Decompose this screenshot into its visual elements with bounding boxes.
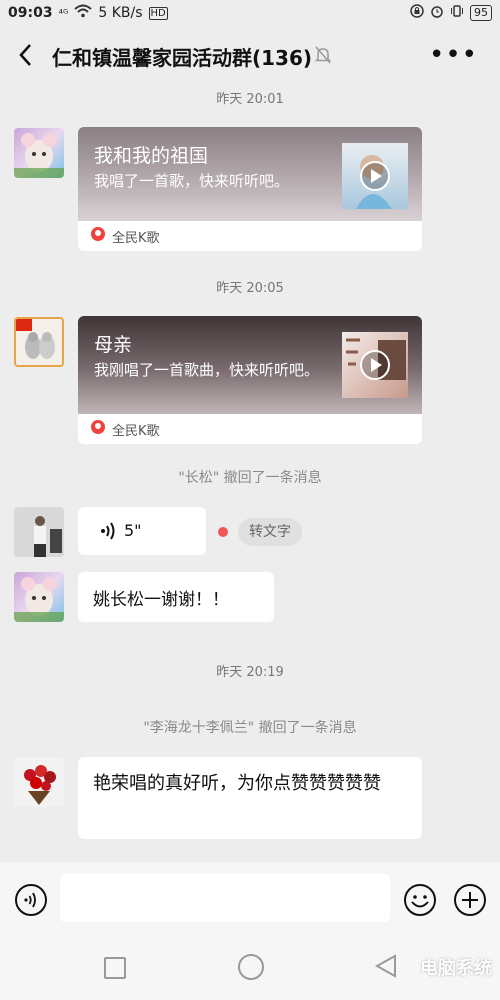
text-message[interactable]: 姚长松一谢谢！！ <box>78 572 274 622</box>
lock-icon <box>410 4 424 22</box>
voice-wave-icon <box>100 521 116 545</box>
unread-dot <box>218 527 228 537</box>
avatar[interactable] <box>14 507 64 557</box>
card-cover: 母亲 我刚唱了一首歌曲，快来听听吧。 <box>78 316 422 414</box>
music-share-card[interactable]: 母亲 我刚唱了一首歌曲，快来听听吧。 全民K歌 <box>78 316 422 444</box>
battery-level: 95 <box>470 5 492 21</box>
avatar[interactable] <box>14 757 64 807</box>
recall-notice: "李海龙十李佩兰" 撤回了一条消息 <box>143 720 357 736</box>
song-thumbnail <box>342 332 408 398</box>
chevron-left-icon <box>19 44 31 66</box>
triangle-back-icon <box>374 954 396 978</box>
signal-icon: ⁴ᴳ <box>58 6 69 20</box>
network-speed: 5 KB/s <box>98 5 143 21</box>
timestamp: 昨天 20:19 <box>216 665 284 680</box>
music-share-card[interactable]: 我和我的祖国 我唱了一首歌，快来听听吧。 全民K歌 <box>78 127 422 251</box>
text-message[interactable]: 艳荣唱的真好听，为你点赞赞赞赞赞 <box>78 757 422 839</box>
timestamp: 昨天 20:01 <box>216 92 284 107</box>
avatar[interactable] <box>14 572 64 622</box>
song-title: 我和我的祖国 <box>94 145 209 167</box>
emoji-button[interactable] <box>403 883 437 921</box>
timestamp: 昨天 20:05 <box>216 281 284 296</box>
alarm-icon <box>430 4 444 22</box>
more-button[interactable]: ••• <box>429 40 478 70</box>
home-button[interactable] <box>238 954 264 980</box>
recents-button[interactable] <box>104 957 126 979</box>
system-nav-bar: 电脑系统 <box>0 938 500 1000</box>
voice-message[interactable]: 5" <box>78 507 206 555</box>
avatar[interactable] <box>14 317 64 367</box>
message-text: 姚长松一谢谢！！ <box>93 590 229 610</box>
add-more-button[interactable] <box>453 883 487 921</box>
emoji-icon <box>404 884 436 916</box>
back-nav-button[interactable] <box>374 953 398 983</box>
message-text: 艳荣唱的真好听，为你点赞赞赞赞赞 <box>93 773 381 794</box>
watermark: 电脑系统 <box>420 958 492 979</box>
song-thumbnail <box>342 143 408 209</box>
wifi-icon <box>74 4 93 22</box>
kge-logo-icon <box>90 419 106 439</box>
song-description: 我刚唱了一首歌曲，快来听听吧。 <box>94 361 320 379</box>
voice-duration: 5" <box>124 521 142 540</box>
vibrate-icon <box>450 4 464 22</box>
status-bar: 09:03 ⁴ᴳ 5 KB/s HD 95 <box>0 0 500 26</box>
song-title: 母亲 <box>94 334 133 356</box>
mute-bell-icon <box>314 45 332 69</box>
source-label: 全民K歌 <box>112 423 160 439</box>
back-button[interactable] <box>14 40 38 70</box>
card-cover: 我和我的祖国 我唱了一首歌，快来听听吧。 <box>78 127 422 221</box>
source-label: 全民K歌 <box>112 230 160 246</box>
song-description: 我唱了一首歌，快来听听吧。 <box>94 172 290 190</box>
card-source: 全民K歌 <box>78 414 422 444</box>
hd-icon: HD <box>148 6 168 20</box>
voice-icon <box>15 884 47 916</box>
chat-header: 仁和镇温馨家园活动群(136) ••• <box>0 26 500 84</box>
recall-notice: "长松" 撤回了一条消息 <box>178 470 322 486</box>
input-bar <box>0 862 500 938</box>
group-title: 仁和镇温馨家园活动群(136) <box>52 46 313 70</box>
clock: 09:03 <box>8 5 53 21</box>
message-input[interactable] <box>60 874 390 922</box>
voice-input-button[interactable] <box>14 883 48 921</box>
kge-logo-icon <box>90 226 106 246</box>
card-source: 全民K歌 <box>78 221 422 251</box>
convert-to-text-button[interactable]: 转文字 <box>238 518 302 546</box>
avatar[interactable] <box>14 128 64 178</box>
plus-icon <box>454 884 486 916</box>
